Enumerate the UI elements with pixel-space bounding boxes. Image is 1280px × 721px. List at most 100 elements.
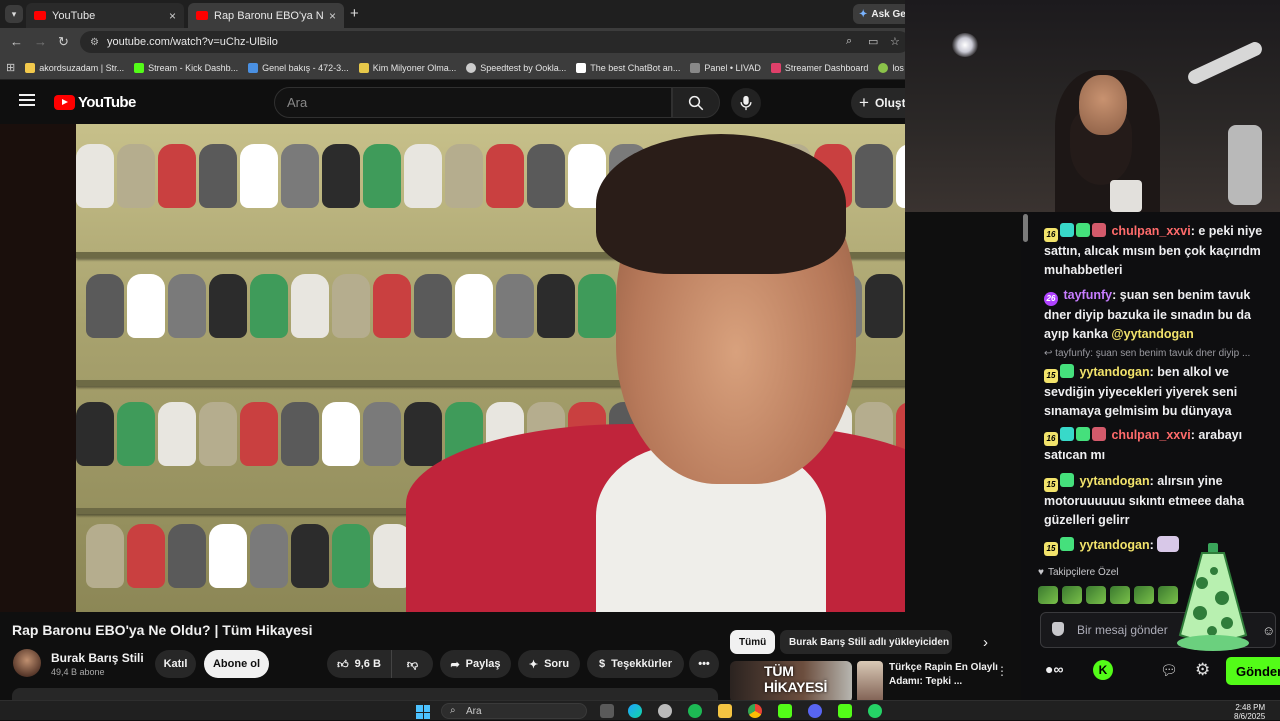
- bookmark-item[interactable]: Panel • LIVAD: [690, 62, 761, 73]
- chat-username[interactable]: chulpan_xxvi: [1111, 428, 1190, 442]
- close-tab-icon[interactable]: ×: [329, 9, 336, 23]
- dislike-button[interactable]: 👎︎: [391, 650, 433, 678]
- emote-icon[interactable]: [1062, 586, 1082, 604]
- forward-arrow-icon[interactable]: →: [34, 34, 47, 49]
- bookmark-item[interactable]: Streamer Dashboard: [770, 62, 868, 73]
- bookmark-item[interactable]: Genel bakış - 472-3...: [248, 62, 349, 73]
- channel-avatar[interactable]: [13, 649, 41, 677]
- cast-icon[interactable]: ▭: [868, 35, 878, 48]
- chat-mention[interactable]: @yytandogan: [1111, 327, 1193, 341]
- bookmark-label: los angeles - #: [892, 62, 905, 73]
- thanks-button[interactable]: $ Teşekkürler: [587, 650, 684, 678]
- more-actions-button[interactable]: •••: [689, 650, 719, 678]
- chat-username[interactable]: yytandogan: [1079, 538, 1149, 552]
- system-clock[interactable]: 2:48 PM 8/6/2025: [1234, 703, 1265, 721]
- shoe: [240, 144, 278, 208]
- site-info-icon[interactable]: ⚙: [90, 37, 99, 48]
- chat-username[interactable]: yytandogan: [1079, 474, 1149, 488]
- bookmark-favicon-icon: [878, 62, 889, 73]
- ask-button[interactable]: ✦ Soru: [518, 650, 580, 678]
- channel-name[interactable]: Burak Barış Stili: [51, 651, 144, 665]
- apps-grid-icon[interactable]: ⊞: [6, 61, 15, 74]
- bookmark-item[interactable]: Kim Milyoner Olma...: [358, 62, 456, 73]
- back-arrow-icon[interactable]: ←: [10, 34, 23, 49]
- emote-icon[interactable]: [1038, 586, 1058, 604]
- gift-badge-icon: [1076, 223, 1090, 237]
- vip-badge-icon: [1060, 223, 1074, 237]
- bookmark-item[interactable]: Speedtest by Ookla...: [466, 62, 566, 73]
- bookmark-label: Panel • LIVAD: [704, 62, 761, 73]
- emote-icon[interactable]: [1086, 586, 1106, 604]
- search-button[interactable]: [672, 87, 720, 118]
- close-tab-icon[interactable]: ×: [169, 9, 176, 23]
- more-vertical-icon[interactable]: ⋮: [996, 664, 1008, 678]
- search-box: [274, 87, 672, 118]
- shoe: [486, 144, 524, 208]
- chip-uploader[interactable]: Burak Barış Stili adlı yükleyiciden: [780, 630, 952, 654]
- tab-active-video[interactable]: Rap Baronu EBO'ya Ne Oldu? | ×: [188, 3, 344, 28]
- kick-logo-icon[interactable]: K: [1093, 660, 1113, 680]
- description-box[interactable]: [12, 688, 718, 700]
- bookmark-item[interactable]: Stream - Kick Dashb...: [134, 62, 238, 73]
- send-label: Gönder: [1236, 663, 1280, 679]
- shoe: [322, 402, 360, 466]
- create-button[interactable]: + Oluşt: [851, 88, 905, 118]
- emote-icon[interactable]: [1110, 586, 1130, 604]
- bookmark-label: Genel bakış - 472-3...: [262, 62, 349, 73]
- bookmark-item[interactable]: los angeles - #: [878, 62, 905, 73]
- windows-start-icon[interactable]: [416, 705, 430, 719]
- chrome-icon[interactable]: [748, 704, 762, 718]
- join-label: Katıl: [163, 658, 188, 670]
- shoe: [527, 144, 565, 208]
- url-field[interactable]: ⚙ youtube.com/watch?v=uChz-UlBilo: [80, 31, 905, 53]
- recommendation-thumbnail-small[interactable]: [857, 661, 883, 703]
- send-button[interactable]: Gönder: [1226, 657, 1280, 685]
- chat-scroll-thumb[interactable]: [1023, 214, 1028, 242]
- share-button[interactable]: ➦ Paylaş: [440, 650, 511, 678]
- kick-app-icon[interactable]: [778, 704, 792, 718]
- task-view-icon[interactable]: [600, 704, 614, 718]
- chat-username[interactable]: chulpan_xxvi: [1111, 224, 1190, 238]
- emoji-icon[interactable]: ☺: [1262, 623, 1275, 638]
- zoom-icon[interactable]: ⌕: [846, 35, 852, 48]
- recommendation-thumbnail[interactable]: TÜM HİKAYESİ: [730, 661, 852, 703]
- bookmark-star-icon[interactable]: ☆: [890, 35, 900, 48]
- taskbar-search[interactable]: ⌕ Ara: [441, 703, 587, 719]
- tab-search-button[interactable]: ▾: [5, 5, 23, 23]
- search-input[interactable]: [287, 95, 671, 110]
- recommendation-title[interactable]: Türkçe Rapin En Olaylı Adamı: Tepki ...: [889, 661, 999, 689]
- bookmark-item[interactable]: akordsuzadam | Str...: [25, 62, 124, 73]
- video-player[interactable]: [0, 124, 905, 612]
- chat-username[interactable]: yytandogan: [1079, 365, 1149, 379]
- file-explorer-icon[interactable]: [718, 704, 732, 718]
- spotify-icon[interactable]: [688, 704, 702, 718]
- channel-points-icon[interactable]: ●∞: [1045, 661, 1063, 677]
- more-dots-icon: •••: [698, 658, 710, 670]
- chat-scrollbar[interactable]: [1021, 212, 1031, 700]
- discord-icon[interactable]: [808, 704, 822, 718]
- whatsapp-icon[interactable]: [868, 704, 882, 718]
- ask-gemini-button[interactable]: ✦ Ask Gem: [853, 4, 905, 24]
- reply-context[interactable]: ↩ tayfunfy: şuan sen benim tavuk dner di…: [1044, 348, 1276, 359]
- reload-icon[interactable]: ↻: [58, 34, 69, 50]
- clock-time: 2:48 PM: [1235, 703, 1266, 712]
- youtube-logo[interactable]: YouTube: [54, 94, 136, 111]
- chevron-right-icon[interactable]: ›: [983, 634, 988, 651]
- kick-app-icon[interactable]: [838, 704, 852, 718]
- menu-hamburger-icon[interactable]: [19, 94, 35, 106]
- edge-icon[interactable]: [628, 704, 642, 718]
- chip-all[interactable]: Tümü: [730, 630, 776, 654]
- voice-search-button[interactable]: [731, 88, 761, 118]
- tab-youtube[interactable]: YouTube ×: [26, 3, 184, 28]
- emote-icon[interactable]: [1134, 586, 1154, 604]
- like-button[interactable]: 👍︎ 9,6 B: [327, 650, 391, 678]
- obs-icon[interactable]: [658, 704, 672, 718]
- join-button[interactable]: Katıl: [155, 650, 196, 678]
- chat-username[interactable]: tayfunfy: [1063, 288, 1112, 302]
- gear-icon[interactable]: ⚙: [1195, 660, 1210, 680]
- chat-bubble-icon[interactable]: 💬︎: [1160, 662, 1178, 679]
- streamer-face: [1079, 75, 1127, 135]
- bookmark-item[interactable]: The best ChatBot an...: [576, 62, 680, 73]
- new-tab-button[interactable]: +: [350, 5, 359, 22]
- subscribe-button[interactable]: Abone ol: [204, 650, 269, 678]
